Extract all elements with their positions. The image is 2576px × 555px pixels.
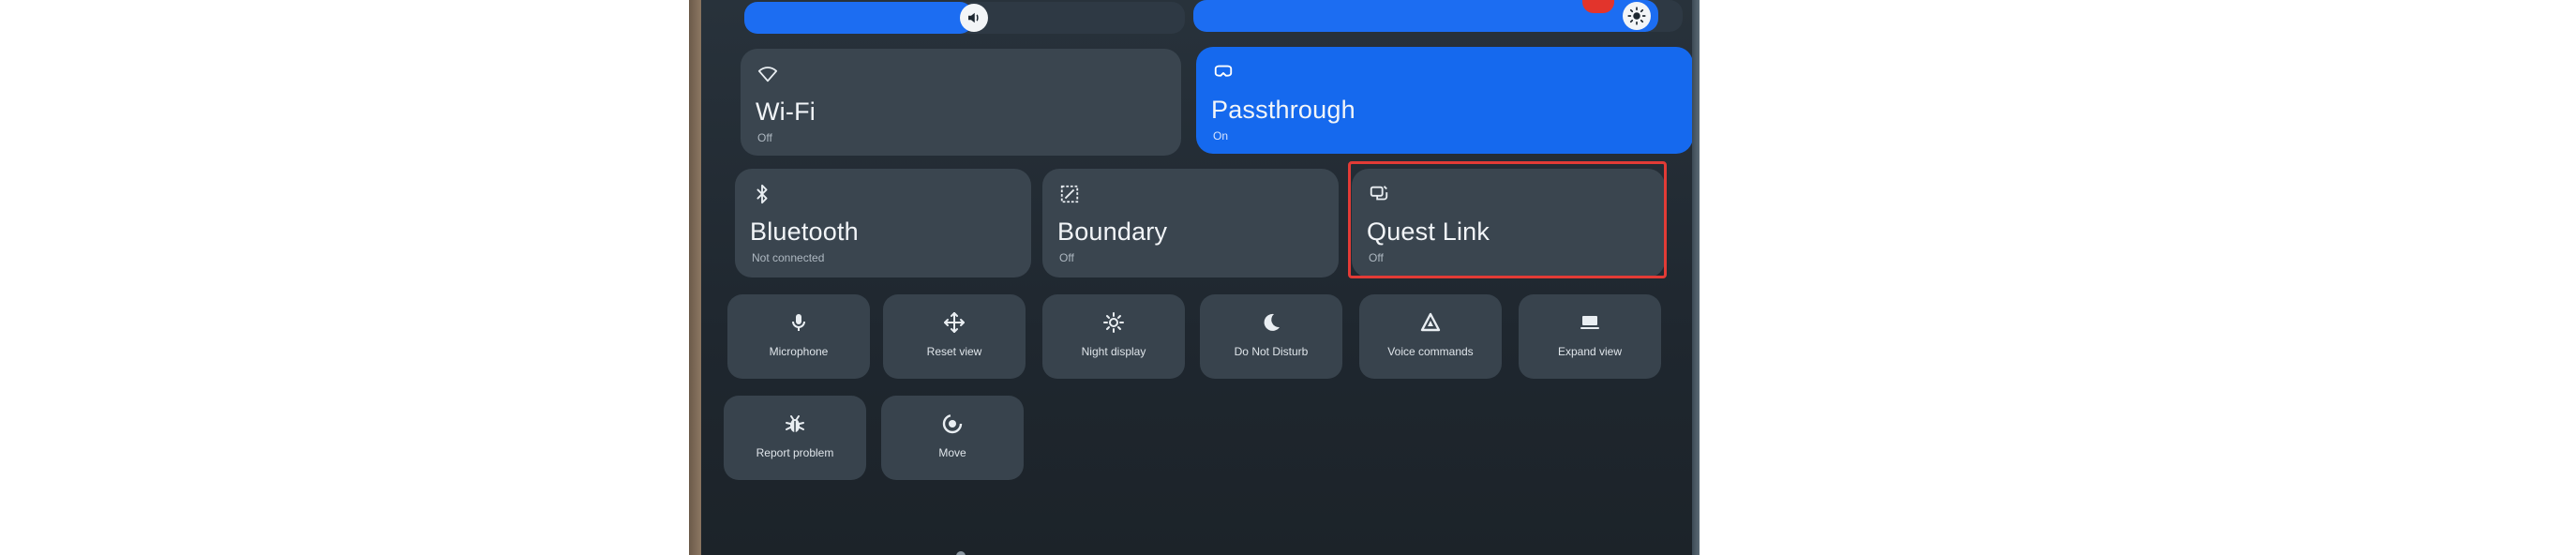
expand-view-icon: [1579, 311, 1601, 334]
move-label: Move: [938, 446, 966, 459]
reset-view-button[interactable]: Reset view: [883, 294, 1026, 379]
voice-commands-label: Voice commands: [1387, 345, 1474, 358]
night-display-button[interactable]: Night display: [1042, 294, 1185, 379]
brightness-slider[interactable]: [1193, 0, 1683, 32]
sun-icon[interactable]: [1623, 2, 1651, 30]
screenshot-stage: Wi-Fi Off Passthrough On Bluetooth Not c…: [0, 0, 2576, 555]
passthrough-state: On: [1213, 129, 1229, 142]
volume-slider-fill: [744, 2, 974, 34]
wifi-icon: [757, 64, 780, 86]
bluetooth-label: Bluetooth: [750, 218, 859, 246]
move-icon: [941, 412, 964, 435]
expand-view-button[interactable]: Expand view: [1519, 294, 1661, 379]
wifi-label: Wi-Fi: [756, 98, 816, 126]
voice-commands-button[interactable]: Voice commands: [1359, 294, 1502, 379]
quest-link-highlight-box: [1348, 161, 1667, 278]
bluetooth-icon: [752, 184, 774, 206]
boundary-state: Off: [1059, 251, 1074, 264]
reset-view-icon: [943, 311, 966, 334]
voice-commands-icon: [1419, 311, 1442, 334]
do-not-disturb-label: Do Not Disturb: [1234, 345, 1309, 358]
bug-icon: [784, 412, 806, 435]
report-problem-label: Report problem: [756, 446, 834, 459]
page-indicator: [956, 551, 966, 555]
expand-view-label: Expand view: [1557, 345, 1623, 358]
reset-view-label: Reset view: [926, 345, 982, 358]
microphone-icon: [787, 311, 810, 334]
moon-icon: [1260, 311, 1282, 334]
night-display-label: Night display: [1081, 345, 1146, 358]
speaker-icon[interactable]: [960, 4, 988, 32]
volume-slider[interactable]: [744, 2, 1185, 34]
boundary-tile[interactable]: Boundary Off: [1042, 169, 1339, 278]
bluetooth-state: Not connected: [752, 251, 825, 264]
wifi-state: Off: [757, 131, 772, 144]
boundary-label: Boundary: [1057, 218, 1168, 246]
passthrough-tile[interactable]: Passthrough On: [1196, 47, 1693, 154]
environment-backdrop-right: [1692, 0, 1700, 555]
report-problem-button[interactable]: Report problem: [724, 396, 866, 480]
night-display-icon: [1102, 311, 1125, 334]
wifi-tile[interactable]: Wi-Fi Off: [741, 49, 1181, 156]
microphone-label: Microphone: [769, 345, 829, 358]
boundary-icon: [1059, 184, 1082, 206]
bluetooth-tile[interactable]: Bluetooth Not connected: [735, 169, 1031, 278]
passthrough-label: Passthrough: [1211, 96, 1355, 124]
do-not-disturb-button[interactable]: Do Not Disturb: [1200, 294, 1342, 379]
passthrough-icon: [1213, 62, 1236, 84]
microphone-button[interactable]: Microphone: [727, 294, 870, 379]
move-button[interactable]: Move: [881, 396, 1024, 480]
